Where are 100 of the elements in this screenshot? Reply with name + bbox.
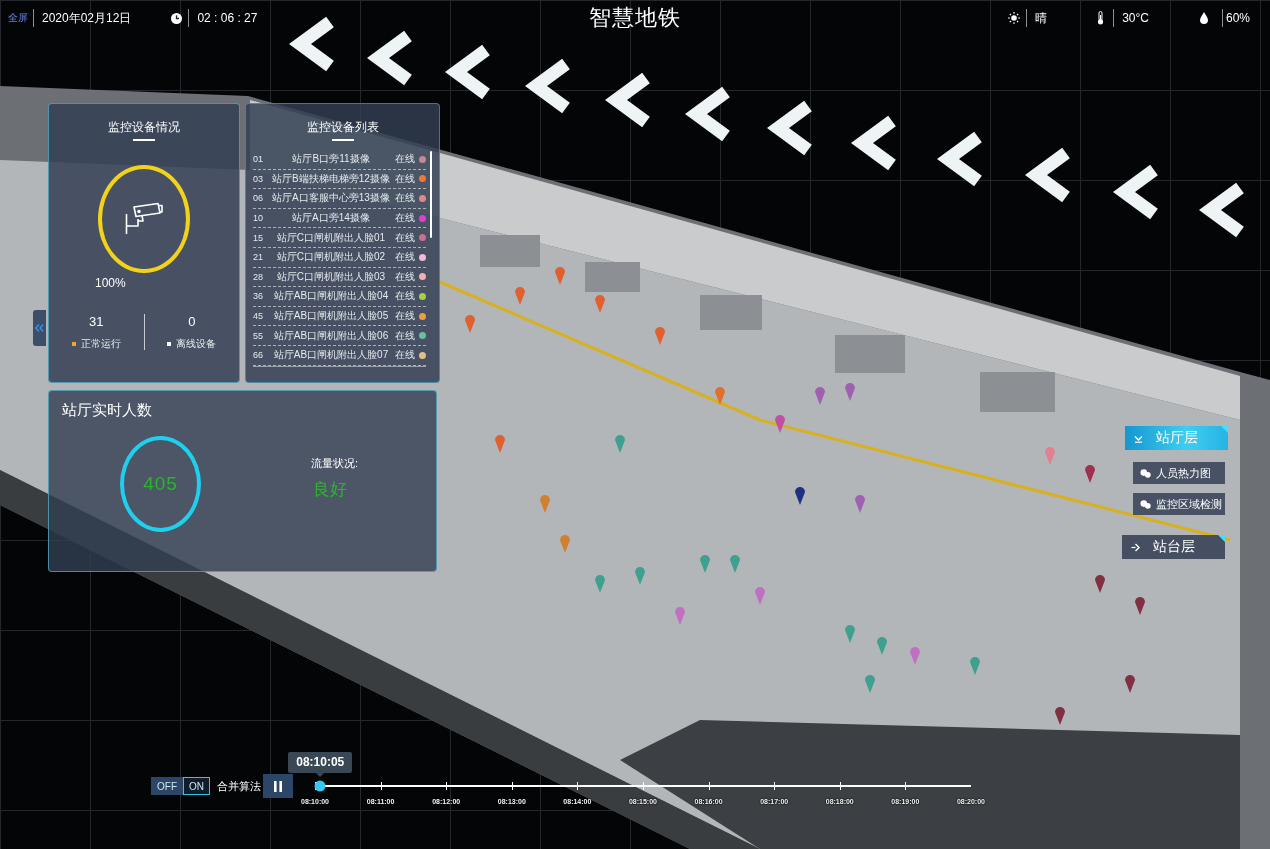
pin-marker-icon <box>1045 447 1055 465</box>
pin-marker-icon <box>675 607 685 625</box>
sun-icon <box>1008 12 1021 24</box>
pin-marker-icon <box>700 555 710 573</box>
chevron-marking <box>445 44 490 100</box>
chevron-marking <box>367 30 412 86</box>
device-id: 21 <box>253 252 264 263</box>
device-status-text: 在线 <box>395 348 415 363</box>
merge-algorithm-label: 合并算法 <box>217 778 261 794</box>
chevron-marking <box>685 86 730 142</box>
panel-title: 监控设备列表 <box>306 120 379 134</box>
pin-marker-icon <box>855 495 865 513</box>
poster-board <box>585 262 640 292</box>
pin-marker-icon <box>910 647 920 665</box>
device-status-text: 在线 <box>395 250 415 265</box>
time-text: 02 : 06 : 27 <box>197 11 258 25</box>
arrow-right-icon <box>1131 542 1141 552</box>
pause-icon <box>274 780 282 792</box>
passenger-count: 405 <box>143 473 178 495</box>
device-id: 66 <box>253 350 264 361</box>
pin-marker-icon <box>595 295 605 313</box>
device-status-text: 在线 <box>395 171 415 186</box>
pin-marker-icon <box>1095 575 1105 593</box>
pin-marker-icon <box>865 675 875 693</box>
device-name: 站厅B口旁11摄像 <box>291 152 371 167</box>
device-name: 站厅AB口闸机附出人脸05 <box>272 309 390 324</box>
chevron-marking <box>525 58 570 114</box>
date-text: 2020年02月12日 <box>42 9 132 27</box>
device-status-text: 在线 <box>395 191 415 206</box>
pin-marker-icon <box>595 575 605 593</box>
double-chevron-left-icon <box>35 324 44 332</box>
chevron-marking <box>767 100 812 156</box>
pin-marker-icon <box>555 267 565 285</box>
pin-marker-icon <box>515 287 525 305</box>
app-title: 智慧地铁 <box>589 5 681 31</box>
layer-option-button[interactable]: 监控区域检测 <box>1133 493 1225 515</box>
toggle-option-button[interactable]: OFF <box>151 777 183 795</box>
chevron-marking <box>1025 147 1070 203</box>
device-id: 03 <box>253 173 264 184</box>
device-name: 站厅C口闸机附出人脸03 <box>275 269 387 284</box>
chevron-marking <box>289 16 334 72</box>
timeline-thumb[interactable] <box>314 780 326 792</box>
device-name: 站厅AB口闸机附出人脸07 <box>272 348 390 363</box>
device-status-text: 在线 <box>395 211 415 226</box>
security-camera-icon <box>125 202 163 236</box>
pin-marker-icon <box>795 487 805 505</box>
device-status-text: 在线 <box>395 230 415 245</box>
collapse-panel-button[interactable] <box>33 310 46 346</box>
pin-marker-icon <box>715 387 725 405</box>
fullscreen-button[interactable]: 全屏 <box>8 11 28 25</box>
legend-label: 正常运行 <box>80 338 121 350</box>
device-name: 站厅C口闸机附出人脸02 <box>275 250 387 265</box>
pin-marker-icon <box>465 315 475 333</box>
pin-marker-icon <box>635 567 645 585</box>
cluster-icon <box>1140 499 1151 509</box>
device-status-text: 在线 <box>395 269 415 284</box>
scrollbar[interactable] <box>430 151 432 238</box>
pin-marker-icon <box>1055 707 1065 725</box>
chevron-marking <box>605 72 650 128</box>
pin-marker-icon <box>1125 675 1135 693</box>
offline-count: 0 <box>188 314 196 329</box>
device-id: 45 <box>253 311 264 322</box>
device-id: 36 <box>253 291 264 302</box>
pin-marker-icon <box>775 415 785 433</box>
device-name: 站厅A口旁14摄像 <box>291 211 371 226</box>
device-status-text: 在线 <box>395 309 415 324</box>
device-name: 站厅A口客服中心旁13摄像 <box>271 191 391 206</box>
weather-text: 晴 <box>1035 9 1048 27</box>
pin-marker-icon <box>730 555 740 573</box>
clock-icon <box>171 12 183 24</box>
device-id: 06 <box>253 193 264 204</box>
poster-board <box>700 295 762 330</box>
pin-marker-icon <box>845 625 855 643</box>
device-status-text: 在线 <box>395 152 415 167</box>
pause-button[interactable] <box>263 774 293 798</box>
device-id: 55 <box>253 330 264 341</box>
device-id: 28 <box>253 271 264 282</box>
chevron-marking <box>1113 164 1158 220</box>
panel-title: 监控设备情况 <box>108 120 180 134</box>
layer-button[interactable]: 站台层 <box>1122 535 1225 559</box>
flow-status: 良好 <box>313 480 347 500</box>
panel-title: 站厅实时人数 <box>62 401 152 419</box>
layer-option-button[interactable]: 人员热力图 <box>1133 462 1225 484</box>
pin-marker-icon <box>1135 597 1145 615</box>
pin-marker-icon <box>495 435 505 453</box>
online-rate: 100% <box>95 276 126 290</box>
flow-label: 流量状况: <box>311 456 359 470</box>
pin-marker-icon <box>655 327 665 345</box>
online-count: 31 <box>89 314 104 329</box>
legend-label: 离线设备 <box>176 338 217 350</box>
poster-board <box>480 235 540 267</box>
toggle-option-button[interactable]: ON <box>183 777 210 795</box>
pin-marker-icon <box>815 387 825 405</box>
device-name: 站厅C口闸机附出人脸01 <box>275 230 387 245</box>
chevron-marking <box>851 115 896 171</box>
device-name: 站厅B端扶梯电梯旁12摄像 <box>271 171 391 186</box>
device-name: 站厅AB口闸机附出人脸06 <box>272 328 390 343</box>
poster-board <box>835 335 905 373</box>
pin-marker-icon <box>845 383 855 401</box>
thermometer-icon <box>1097 11 1105 25</box>
